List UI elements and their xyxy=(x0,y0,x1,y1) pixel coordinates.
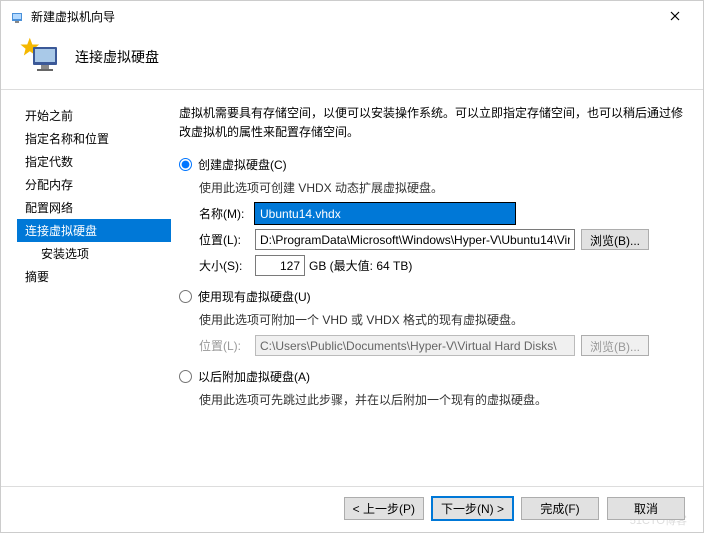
wizard-header: 连接虚拟硬盘 xyxy=(1,31,703,90)
option-later-label: 以后附加虚拟硬盘(A) xyxy=(198,368,310,385)
option-later-desc: 使用此选项可先跳过此步骤，并在以后附加一个现有的虚拟硬盘。 xyxy=(199,391,685,409)
disk-location-input[interactable] xyxy=(255,229,575,250)
wizard-steps-sidebar: 开始之前 指定名称和位置 指定代数 分配内存 配置网络 连接虚拟硬盘 安装选项 … xyxy=(1,90,171,480)
option-create-desc: 使用此选项可创建 VHDX 动态扩展虚拟硬盘。 xyxy=(199,179,685,197)
sidebar-item-install-options[interactable]: 安装选项 xyxy=(17,242,171,265)
radio-existing-disk[interactable] xyxy=(179,290,192,303)
previous-button[interactable]: < 上一步(P) xyxy=(344,497,424,520)
header-icon xyxy=(19,37,63,77)
next-button[interactable]: 下一步(N) > xyxy=(432,497,513,520)
browse-button-create[interactable]: 浏览(B)... xyxy=(581,229,649,250)
sidebar-item-hard-disk[interactable]: 连接虚拟硬盘 xyxy=(17,219,171,242)
name-label: 名称(M): xyxy=(199,205,255,222)
sidebar-item-before-begin[interactable]: 开始之前 xyxy=(17,104,171,127)
disk-name-input[interactable] xyxy=(255,203,515,224)
radio-later-disk[interactable] xyxy=(179,370,192,383)
size-unit-text: GB (最大值: 64 TB) xyxy=(309,257,412,274)
option-existing-desc: 使用此选项可附加一个 VHD 或 VHDX 格式的现有虚拟硬盘。 xyxy=(199,311,685,329)
close-icon xyxy=(670,11,680,21)
option-later-disk: 以后附加虚拟硬盘(A) 使用此选项可先跳过此步骤，并在以后附加一个现有的虚拟硬盘… xyxy=(179,368,685,409)
close-button[interactable] xyxy=(655,2,695,30)
size-label: 大小(S): xyxy=(199,257,255,274)
option-create-disk: 创建虚拟硬盘(C) 使用此选项可创建 VHDX 动态扩展虚拟硬盘。 名称(M):… xyxy=(179,156,685,276)
sidebar-item-name-location[interactable]: 指定名称和位置 xyxy=(17,127,171,150)
option-create-label: 创建虚拟硬盘(C) xyxy=(198,156,287,173)
wizard-icon xyxy=(9,8,25,24)
option-existing-disk: 使用现有虚拟硬盘(U) 使用此选项可附加一个 VHD 或 VHDX 格式的现有虚… xyxy=(179,288,685,356)
option-existing-label: 使用现有虚拟硬盘(U) xyxy=(198,288,311,305)
disk-size-input[interactable] xyxy=(255,255,305,276)
cancel-button[interactable]: 取消 xyxy=(607,497,685,520)
radio-create-disk[interactable] xyxy=(179,158,192,171)
existing-location-label: 位置(L): xyxy=(199,337,255,354)
title-bar: 新建虚拟机向导 xyxy=(1,1,703,31)
sidebar-item-generation[interactable]: 指定代数 xyxy=(17,150,171,173)
sidebar-item-summary[interactable]: 摘要 xyxy=(17,265,171,288)
sidebar-item-memory[interactable]: 分配内存 xyxy=(17,173,171,196)
wizard-footer: < 上一步(P) 下一步(N) > 完成(F) 取消 xyxy=(1,486,703,532)
window-title: 新建虚拟机向导 xyxy=(31,8,655,25)
sidebar-item-network[interactable]: 配置网络 xyxy=(17,196,171,219)
location-label: 位置(L): xyxy=(199,231,255,248)
browse-button-existing: 浏览(B)... xyxy=(581,335,649,356)
finish-button[interactable]: 完成(F) xyxy=(521,497,599,520)
wizard-content: 虚拟机需要具有存储空间，以便可以安装操作系统。可以立即指定存储空间，也可以稍后通… xyxy=(171,90,703,480)
content-description: 虚拟机需要具有存储空间，以便可以安装操作系统。可以立即指定存储空间，也可以稍后通… xyxy=(179,104,685,142)
existing-location-input xyxy=(255,335,575,356)
page-title: 连接虚拟硬盘 xyxy=(75,47,159,67)
